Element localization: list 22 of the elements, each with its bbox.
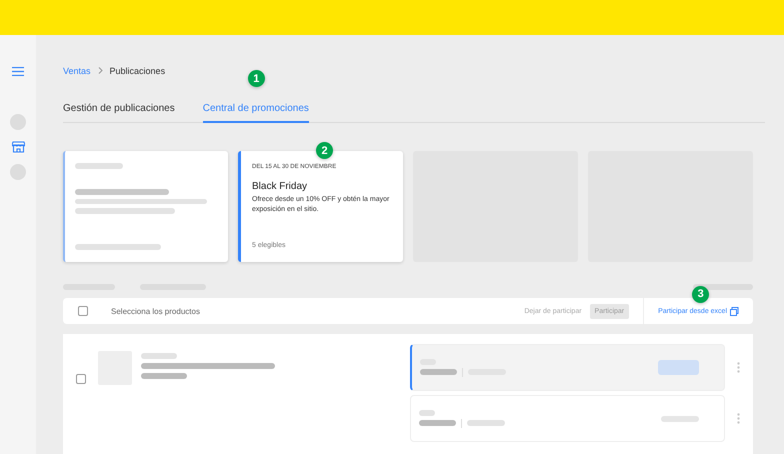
store-icon[interactable] (12, 141, 24, 153)
menu-icon[interactable] (12, 67, 24, 76)
step-badge: 1 (248, 70, 265, 87)
offer-card[interactable] (410, 395, 725, 442)
nav-placeholder-icon[interactable] (10, 164, 26, 180)
checkbox[interactable] (78, 306, 88, 316)
step-badge: 2 (316, 142, 333, 159)
breadcrumb-current: Publicaciones (110, 66, 166, 76)
tab[interactable]: Central de promociones (202, 103, 309, 123)
select-label: Selecciona los productos (111, 306, 200, 316)
promotion-title: Black Friday (252, 181, 308, 192)
more-icon[interactable] (737, 362, 740, 373)
copy-icon (730, 306, 739, 316)
breadcrumb-link[interactable]: Ventas (63, 66, 91, 76)
more-icon[interactable] (737, 413, 740, 424)
chevron-icon (98, 66, 103, 76)
tab[interactable]: Gestión de publicaciones (63, 103, 175, 123)
offer-card[interactable] (410, 344, 725, 391)
step-badge: 3 (692, 286, 710, 302)
nav-placeholder-icon[interactable] (10, 114, 26, 130)
checkbox[interactable] (76, 374, 86, 384)
skeleton-bar (693, 284, 753, 290)
